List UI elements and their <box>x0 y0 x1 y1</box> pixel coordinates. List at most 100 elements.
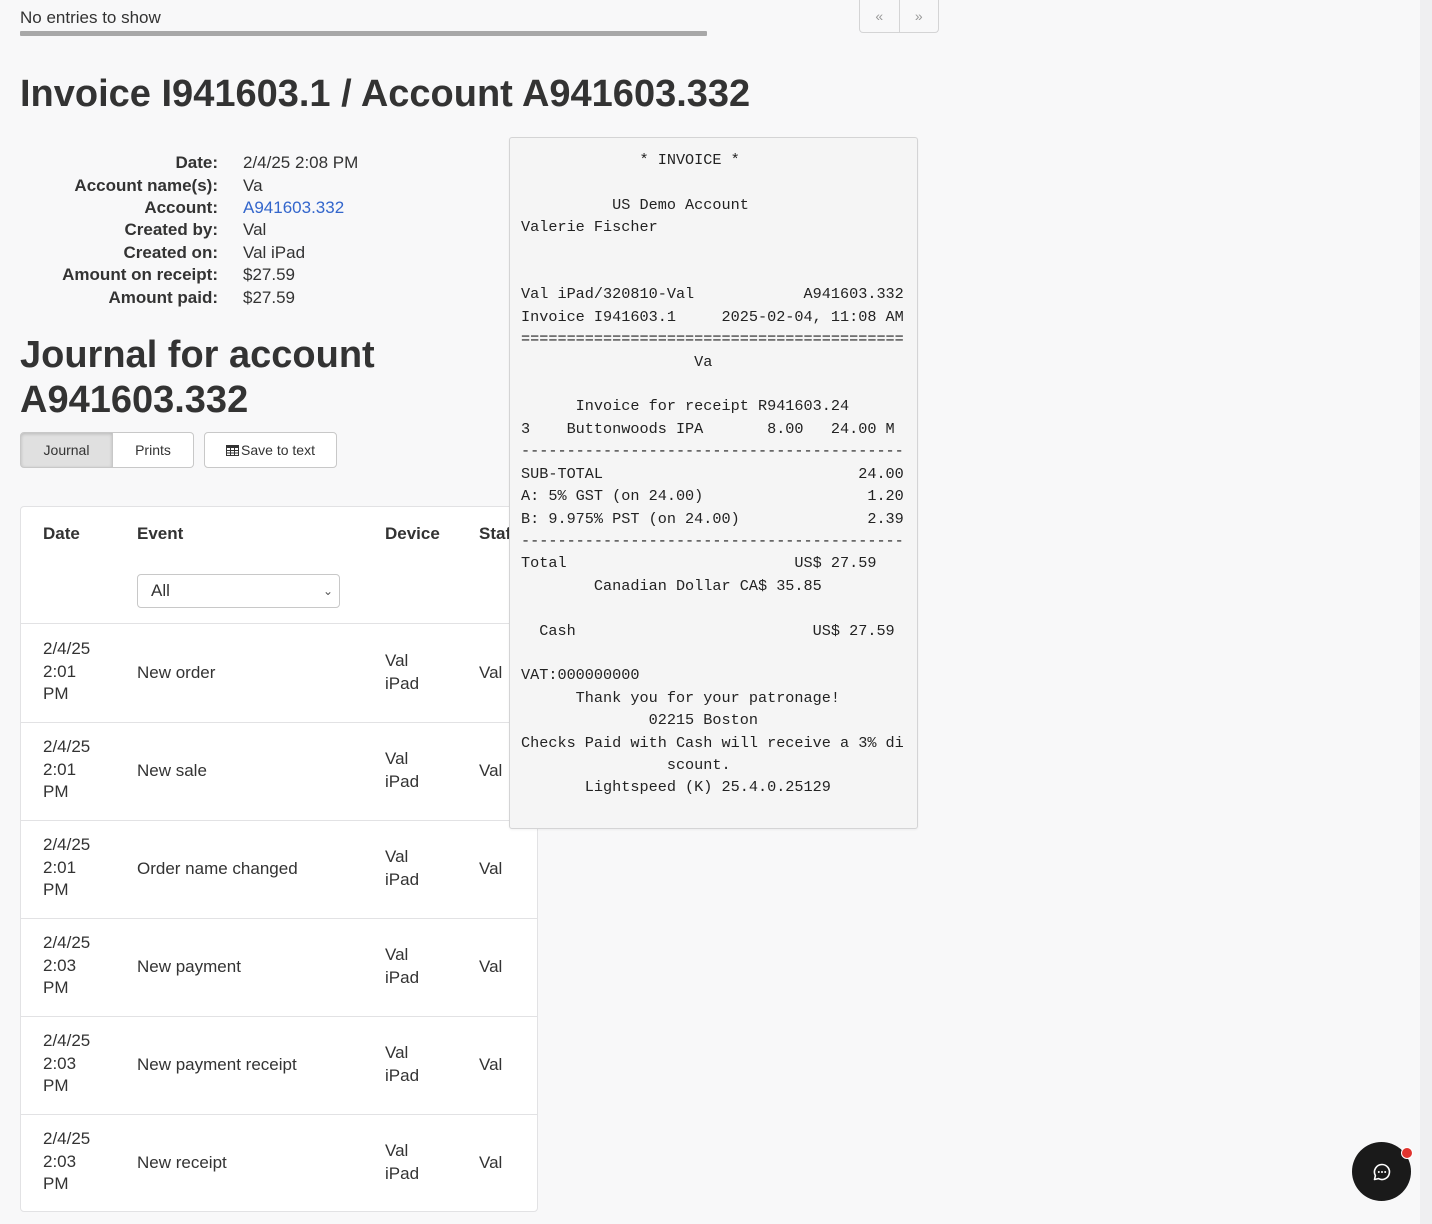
device-line: Val <box>385 651 409 670</box>
table-row[interactable]: 2/4/25 2:03 PM New payment Val iPad Val <box>21 918 537 1017</box>
journal-title-line-1: Journal for account <box>20 334 375 376</box>
event-cell: Order name changed <box>137 859 298 878</box>
date-cell: 2/4/25 2:03 PM <box>43 1128 115 1196</box>
detail-label: Amount on receipt: <box>62 265 218 285</box>
journal-title: Journal for account A941603.332 <box>20 333 500 423</box>
device-line: Val <box>385 1043 409 1062</box>
right-edge-strip <box>1420 0 1432 1224</box>
chevron-down-icon: ⌄ <box>322 584 333 598</box>
table-row[interactable]: 2/4/25 2:01 PM Order name changed Val iP… <box>21 820 537 919</box>
event-cell: New order <box>137 663 216 682</box>
device-line: Val <box>385 847 409 866</box>
detail-label: Account name(s): <box>74 175 218 195</box>
column-header-date[interactable]: Date <box>43 524 80 544</box>
detail-value: Va <box>243 175 263 195</box>
tab-prints[interactable]: Prints <box>113 432 194 468</box>
pager-prev-button[interactable]: « <box>860 0 900 32</box>
journal-table: Date Event Device Staff All ⌄ 2/4/25 2:0… <box>20 506 538 1212</box>
detail-label: Created on: <box>123 242 218 262</box>
device-line: iPad <box>385 967 420 987</box>
device-line: iPad <box>385 1065 420 1085</box>
table-row[interactable]: 2/4/25 2:01 PM New sale Val iPad Val <box>21 722 537 821</box>
save-to-text-label: Save to text <box>241 442 315 458</box>
date-line: 2/4/25 <box>43 1031 91 1050</box>
tab-journal[interactable]: Journal <box>20 432 113 468</box>
detail-label: Account: <box>144 197 218 217</box>
notification-dot <box>1401 1147 1413 1159</box>
ampm-line: PM <box>43 978 69 997</box>
staff-cell: Val <box>479 663 503 682</box>
table-row[interactable]: 2/4/25 2:03 PM New payment receipt Val i… <box>21 1016 537 1115</box>
date-cell: 2/4/25 2:01 PM <box>43 638 115 706</box>
time-line: 2:03 <box>43 955 77 975</box>
detail-value: Val <box>243 220 267 240</box>
detail-row-date: Date: 2/4/25 2:08 PM <box>20 152 358 174</box>
save-to-text-button[interactable]: Save to text <box>204 432 337 468</box>
device-cell: Val iPad <box>385 650 445 695</box>
journal-title-line-2: A941603.332 <box>20 379 249 421</box>
page-title: Invoice I941603.1 / Account A941603.332 <box>20 73 751 115</box>
device-cell: Val iPad <box>385 944 445 989</box>
time-line: 2:01 <box>43 759 77 779</box>
detail-row-account-names: Account name(s): Va <box>20 174 358 196</box>
invoice-details: Date: 2/4/25 2:08 PM Account name(s): Va… <box>20 152 358 309</box>
device-line: Val <box>385 1141 409 1160</box>
pager-next-button[interactable]: » <box>900 0 939 32</box>
column-header-device[interactable]: Device <box>385 524 440 544</box>
table-icon <box>226 444 240 456</box>
detail-row-amount-paid: Amount paid: $27.59 <box>20 286 358 308</box>
device-cell: Val iPad <box>385 1042 445 1087</box>
detail-row-created-by: Created by: Val <box>20 219 358 241</box>
device-line: iPad <box>385 869 420 889</box>
detail-value: $27.59 <box>243 265 295 285</box>
date-line: 2/4/25 <box>43 737 91 756</box>
time-line: 2:01 <box>43 661 77 681</box>
table-row[interactable]: 2/4/25 2:03 PM New receipt Val iPad Val <box>21 1114 537 1211</box>
device-line: Val <box>385 749 409 768</box>
date-cell: 2/4/25 2:03 PM <box>43 932 115 1000</box>
detail-row-amount-on-receipt: Amount on receipt: $27.59 <box>20 264 358 286</box>
device-cell: Val iPad <box>385 748 445 793</box>
event-cell: New payment <box>137 957 241 976</box>
date-line: 2/4/25 <box>43 639 91 658</box>
staff-cell: Val <box>479 957 503 976</box>
date-line: 2/4/25 <box>43 1129 91 1148</box>
event-filter-select[interactable]: All ⌄ <box>137 574 340 608</box>
staff-cell: Val <box>479 859 503 878</box>
ampm-line: PM <box>43 1174 69 1193</box>
detail-label: Date: <box>175 153 218 173</box>
column-header-event[interactable]: Event <box>137 524 183 544</box>
horizontal-scrollbar[interactable] <box>20 31 707 36</box>
time-line: 2:03 <box>43 1151 77 1171</box>
receipt-text: * INVOICE * US Demo Account Valerie Fisc… <box>521 151 904 797</box>
date-cell: 2/4/25 2:03 PM <box>43 1030 115 1098</box>
detail-row-account: Account: A941603.332 <box>20 197 358 219</box>
device-line: iPad <box>385 1163 420 1183</box>
ampm-line: PM <box>43 782 69 801</box>
detail-row-created-on: Created on: Val iPad <box>20 242 358 264</box>
table-row[interactable]: 2/4/25 2:01 PM New order Val iPad Val <box>21 624 537 723</box>
event-filter-value: All <box>151 581 170 600</box>
device-cell: Val iPad <box>385 1140 445 1185</box>
event-cell: New payment receipt <box>137 1055 297 1074</box>
ampm-line: PM <box>43 880 69 899</box>
date-cell: 2/4/25 2:01 PM <box>43 736 115 804</box>
account-link[interactable]: A941603.332 <box>243 198 344 218</box>
detail-value: Val iPad <box>243 242 306 262</box>
time-line: 2:03 <box>43 1053 77 1073</box>
receipt-preview: * INVOICE * US Demo Account Valerie Fisc… <box>509 137 918 829</box>
detail-label: Amount paid: <box>108 287 218 307</box>
device-line: iPad <box>385 771 420 791</box>
device-line: iPad <box>385 673 420 693</box>
detail-value: 2/4/25 2:08 PM <box>243 153 359 173</box>
no-entries-text: No entries to show <box>20 8 161 27</box>
staff-cell: Val <box>479 1153 503 1172</box>
event-cell: New sale <box>137 761 207 780</box>
device-cell: Val iPad <box>385 846 445 891</box>
event-cell: New receipt <box>137 1153 227 1172</box>
time-line: 2:01 <box>43 857 77 877</box>
staff-cell: Val <box>479 761 503 780</box>
date-cell: 2/4/25 2:01 PM <box>43 834 115 902</box>
ampm-line: PM <box>43 1076 69 1095</box>
staff-cell: Val <box>479 1055 503 1074</box>
